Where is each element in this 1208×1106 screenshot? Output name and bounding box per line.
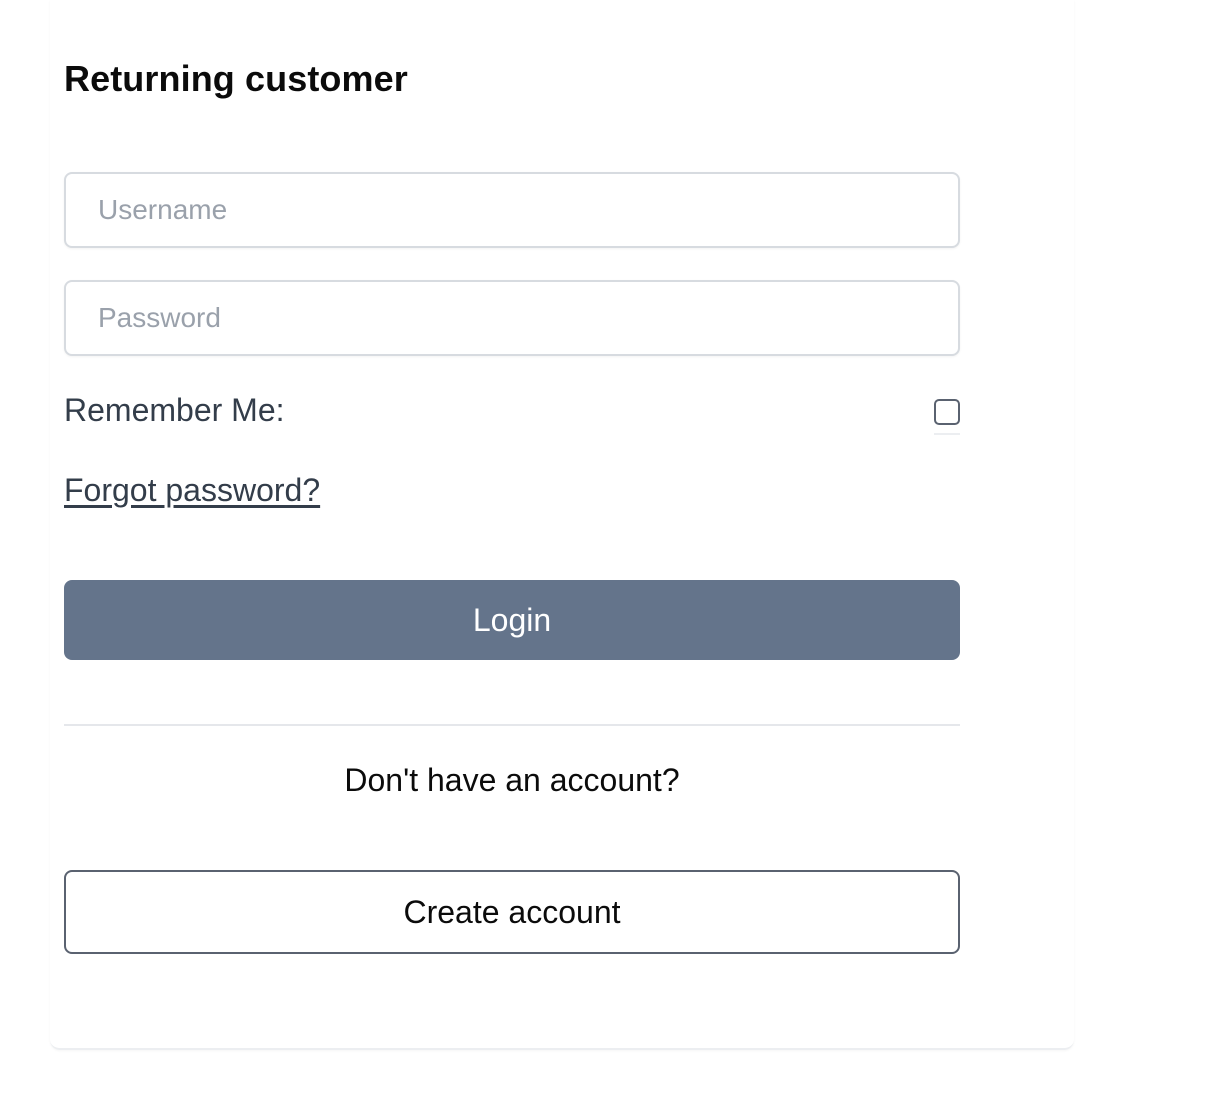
- login-button[interactable]: Login: [64, 580, 960, 660]
- form-title: Returning customer: [64, 58, 408, 99]
- username-input[interactable]: [64, 172, 960, 248]
- checkbox-underline: [934, 433, 960, 435]
- create-account-button[interactable]: Create account: [64, 870, 960, 954]
- remember-me-row: Remember Me:: [64, 390, 960, 436]
- remember-me-label: Remember Me:: [64, 392, 285, 428]
- password-input[interactable]: [64, 280, 960, 356]
- divider: [64, 724, 960, 726]
- remember-me-checkbox[interactable]: [934, 399, 960, 425]
- forgot-password-link[interactable]: Forgot password?: [64, 472, 320, 509]
- login-page: Returning customer Remember Me: Forgot p…: [0, 0, 1208, 1106]
- no-account-text: Don't have an account?: [344, 762, 680, 798]
